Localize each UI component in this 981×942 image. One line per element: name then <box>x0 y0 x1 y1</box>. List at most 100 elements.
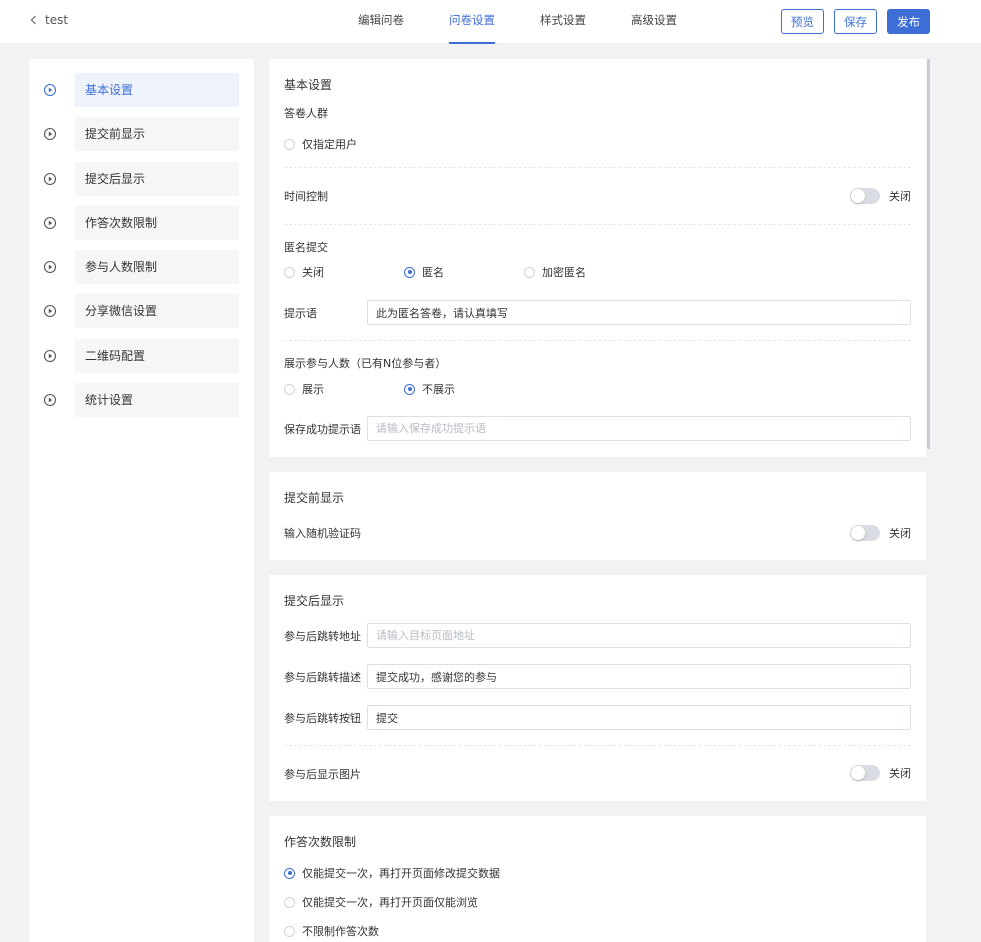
sidebar-item-wechat-share[interactable]: 分享微信设置 <box>29 294 254 328</box>
radio-label: 仅能提交一次，再打开页面仅能浏览 <box>302 896 478 909</box>
play-circle-icon <box>43 172 57 186</box>
radio-circle <box>284 138 295 150</box>
show-image-label: 参与后显示图片 <box>284 768 361 781</box>
redirect-desc-input[interactable] <box>367 664 911 689</box>
show-count-label: 展示参与人数（已有N位参与者） <box>284 357 447 370</box>
sidebar-item-basic[interactable]: 基本设置 <box>29 73 254 107</box>
sidebar-item-label: 参与人数限制 <box>75 250 239 284</box>
section-title: 作答次数限制 <box>284 835 357 849</box>
divider <box>284 224 911 225</box>
prompt-input[interactable] <box>367 300 911 325</box>
sidebar-item-before-submit[interactable]: 提交前显示 <box>29 117 254 151</box>
back-button[interactable]: test <box>30 13 68 27</box>
radio-label: 仅指定用户 <box>302 138 357 151</box>
radio-circle <box>404 383 415 395</box>
anonymous-label: 匿名提交 <box>284 241 328 254</box>
play-circle-icon <box>43 127 57 141</box>
anonymous-option-encrypted[interactable]: 加密匿名 <box>524 264 586 280</box>
tab-style[interactable]: 样式设置 <box>540 0 586 44</box>
save-tip-input[interactable] <box>367 416 911 441</box>
publish-button[interactable]: 发布 <box>887 9 930 34</box>
sidebar-item-participant-limit[interactable]: 参与人数限制 <box>29 250 254 284</box>
play-circle-icon <box>43 216 57 230</box>
top-header: test 编辑问卷 问卷设置 样式设置 高级设置 预览 保存 发布 <box>0 0 981 44</box>
section-title: 提交前显示 <box>284 491 345 505</box>
sidebar-item-label: 分享微信设置 <box>75 294 239 328</box>
redirect-button-input[interactable] <box>367 705 911 730</box>
toggle-state-label: 关闭 <box>889 190 911 203</box>
play-circle-icon <box>43 393 57 407</box>
tab-edit[interactable]: 编辑问卷 <box>358 0 404 44</box>
toggle-switch[interactable] <box>850 525 880 541</box>
answer-limit-option-edit[interactable]: 仅能提交一次，再打开页面修改提交数据 <box>284 865 500 881</box>
radio-label: 仅能提交一次，再打开页面修改提交数据 <box>302 867 500 880</box>
play-circle-icon <box>43 304 57 318</box>
radio-circle <box>284 896 295 908</box>
radio-circle <box>284 266 295 278</box>
tab-bar: 编辑问卷 问卷设置 样式设置 高级设置 <box>358 0 722 44</box>
prompt-label: 提示语 <box>284 307 317 320</box>
time-control-label: 时间控制 <box>284 190 328 203</box>
captcha-label: 输入随机验证码 <box>284 527 361 540</box>
sidebar-item-label: 作答次数限制 <box>75 206 239 240</box>
answer-limit-option-view[interactable]: 仅能提交一次，再打开页面仅能浏览 <box>284 894 478 910</box>
radio-circle <box>404 266 415 278</box>
time-control-toggle[interactable]: 关闭 <box>850 188 911 204</box>
anonymous-option-off[interactable]: 关闭 <box>284 264 324 280</box>
sidebar-item-answer-limit[interactable]: 作答次数限制 <box>29 206 254 240</box>
radio-label: 展示 <box>302 383 324 396</box>
divider <box>284 745 911 746</box>
basic-settings-card: 基本设置 答卷人群 仅指定用户 时间控制 关闭 匿名提交 关闭 匿名 加密匿名 … <box>269 59 926 457</box>
redirect-desc-label: 参与后跳转描述 <box>284 671 361 684</box>
tab-settings[interactable]: 问卷设置 <box>449 0 495 44</box>
radio-label: 不限制作答次数 <box>302 925 379 938</box>
show-image-toggle[interactable]: 关闭 <box>850 765 911 781</box>
preview-button[interactable]: 预览 <box>781 9 824 34</box>
settings-sidebar: 基本设置 提交前显示 提交后显示 作答次数限制 参与人数限制 分享微信设置 二维… <box>29 59 254 942</box>
sidebar-item-after-submit[interactable]: 提交后显示 <box>29 162 254 196</box>
audience-label: 答卷人群 <box>284 107 328 120</box>
sidebar-item-statistics[interactable]: 统计设置 <box>29 383 254 417</box>
sidebar-item-label: 二维码配置 <box>75 339 239 373</box>
radio-circle <box>284 925 295 937</box>
before-submit-card: 提交前显示 输入随机验证码 关闭 <box>269 472 926 560</box>
save-button[interactable]: 保存 <box>834 9 877 34</box>
after-submit-card: 提交后显示 参与后跳转地址 参与后跳转描述 参与后跳转按钮 参与后显示图片 关闭 <box>269 575 926 801</box>
show-count-option-show[interactable]: 展示 <box>284 381 324 397</box>
play-circle-icon <box>43 83 57 97</box>
sidebar-item-qrcode[interactable]: 二维码配置 <box>29 339 254 373</box>
section-title: 提交后显示 <box>284 594 345 608</box>
sidebar-item-label: 提交前显示 <box>75 117 239 151</box>
sidebar-item-label: 提交后显示 <box>75 162 239 196</box>
answer-limit-card: 作答次数限制 仅能提交一次，再打开页面修改提交数据 仅能提交一次，再打开页面仅能… <box>269 816 926 942</box>
sidebar-item-label: 统计设置 <box>75 383 239 417</box>
captcha-toggle[interactable]: 关闭 <box>850 525 911 541</box>
radio-circle <box>524 266 535 278</box>
play-circle-icon <box>43 260 57 274</box>
radio-label: 关闭 <box>302 266 324 279</box>
divider <box>284 340 911 341</box>
toggle-state-label: 关闭 <box>889 767 911 780</box>
show-count-option-hide[interactable]: 不展示 <box>404 381 455 397</box>
sidebar-item-label: 基本设置 <box>75 73 239 107</box>
save-tip-label: 保存成功提示语 <box>284 423 361 436</box>
radio-label: 不展示 <box>422 383 455 396</box>
toggle-switch[interactable] <box>850 765 880 781</box>
divider <box>284 167 911 168</box>
radio-circle <box>284 383 295 395</box>
redirect-url-label: 参与后跳转地址 <box>284 630 361 643</box>
audience-option-radio[interactable]: 仅指定用户 <box>284 136 357 152</box>
tab-advanced[interactable]: 高级设置 <box>631 0 677 44</box>
scrollbar[interactable] <box>927 59 930 449</box>
answer-limit-option-unlimited[interactable]: 不限制作答次数 <box>284 923 379 939</box>
radio-label: 匿名 <box>422 266 444 279</box>
redirect-button-label: 参与后跳转按钮 <box>284 712 361 725</box>
section-title: 基本设置 <box>284 78 333 92</box>
radio-label: 加密匿名 <box>542 266 586 279</box>
chevron-left-icon <box>30 15 37 25</box>
survey-title: test <box>45 13 69 27</box>
anonymous-option-anonymous[interactable]: 匿名 <box>404 264 444 280</box>
toggle-state-label: 关闭 <box>889 527 911 540</box>
toggle-switch[interactable] <box>850 188 880 204</box>
redirect-url-input[interactable] <box>367 623 911 648</box>
